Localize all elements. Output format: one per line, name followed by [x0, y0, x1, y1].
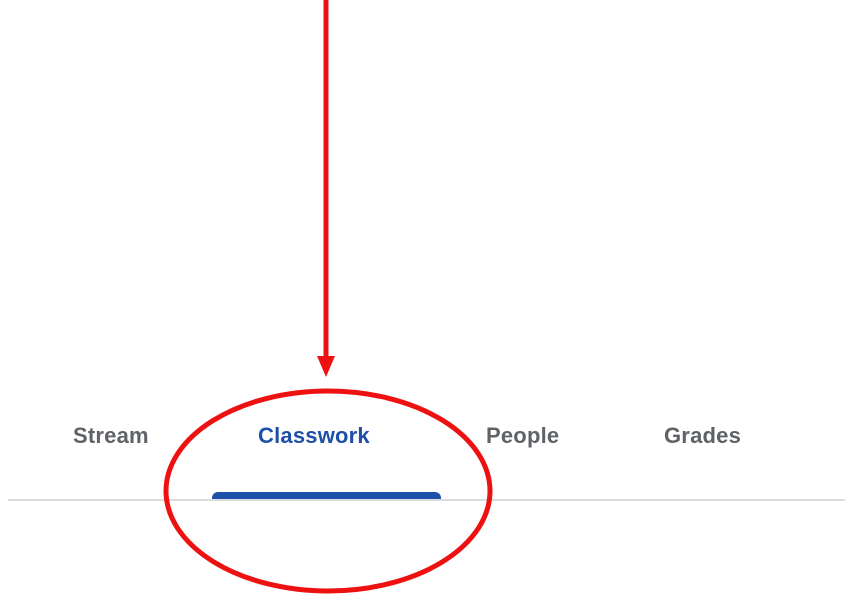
tab-bar-divider — [8, 499, 845, 501]
screenshot-canvas: Stream Classwork People Grades — [0, 0, 845, 596]
tab-people[interactable]: People — [486, 423, 559, 449]
tab-grades[interactable]: Grades — [664, 423, 741, 449]
tab-classwork[interactable]: Classwork — [258, 423, 370, 449]
annotation-arrow-head — [317, 356, 335, 377]
tab-stream[interactable]: Stream — [73, 423, 149, 449]
class-tab-bar: Stream Classwork People Grades — [0, 395, 845, 500]
annotation-overlay — [163, 0, 493, 594]
